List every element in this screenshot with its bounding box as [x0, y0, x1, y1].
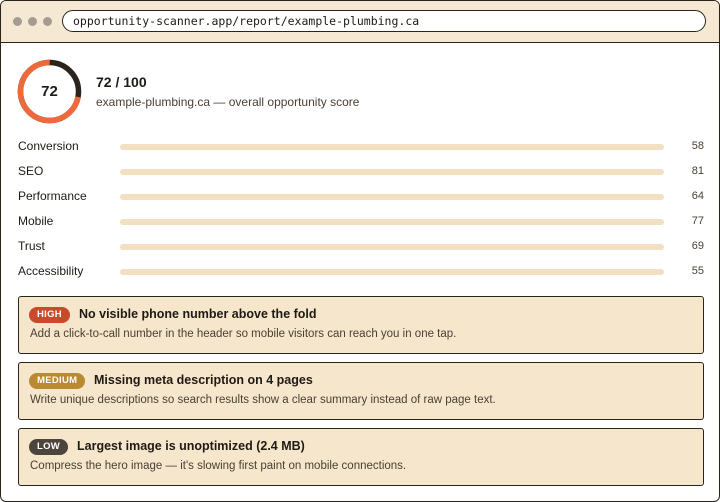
issue-card-low[interactable]: LOW Largest image is unoptimized (2.4 MB… [18, 428, 704, 486]
metric-bar [120, 194, 664, 200]
severity-badge-medium: MEDIUM [29, 373, 86, 389]
metric-bar [120, 269, 664, 275]
window-close-dot[interactable] [13, 17, 22, 26]
metric-value: 58 [691, 140, 704, 152]
score-headline: 72 / 100 [96, 74, 147, 90]
metric-row-seo: SEO 81 [18, 163, 704, 181]
window-maximize-dot[interactable] [43, 17, 52, 26]
metric-label: Accessibility [18, 264, 84, 278]
window-minimize-dot[interactable] [28, 17, 37, 26]
issue-title: Largest image is unoptimized (2.4 MB) [77, 439, 305, 453]
metric-bar [120, 219, 664, 225]
metric-value: 69 [691, 240, 704, 252]
issue-description: Add a click-to-call number in the header… [30, 328, 457, 340]
metric-value: 81 [691, 165, 704, 177]
metric-value: 55 [691, 265, 704, 277]
browser-window: opportunity-scanner.app/report/example-p… [0, 0, 720, 502]
metric-row-trust: Trust 69 [18, 238, 704, 256]
issue-title: Missing meta description on 4 pages [94, 373, 313, 387]
metric-value: 64 [691, 190, 704, 202]
metric-label: Performance [18, 189, 87, 203]
address-bar[interactable]: opportunity-scanner.app/report/example-p… [62, 10, 706, 32]
issue-card-high[interactable]: HIGH No visible phone number above the f… [18, 296, 704, 354]
metric-bar-fill [120, 169, 561, 175]
issue-description: Write unique descriptions so search resu… [30, 394, 496, 406]
metric-bar [120, 244, 664, 250]
score-subtitle: example-plumbing.ca — overall opportunit… [96, 95, 360, 109]
issue-description: Compress the hero image — it's slowing f… [30, 460, 407, 472]
severity-badge-high: HIGH [29, 307, 70, 323]
metric-row-conversion: Conversion 58 [18, 138, 704, 156]
metric-bar [120, 169, 664, 175]
address-bar-url: opportunity-scanner.app/report/example-p… [73, 14, 420, 28]
metric-label: Trust [18, 239, 45, 253]
issue-title: No visible phone number above the fold [79, 307, 317, 321]
metric-row-mobile: Mobile 77 [18, 213, 704, 231]
metric-value: 77 [691, 215, 704, 227]
metric-label: Mobile [18, 214, 54, 228]
metric-label: SEO [18, 164, 44, 178]
metric-bar-fill [120, 194, 469, 200]
metric-row-accessibility: Accessibility 55 [18, 263, 704, 281]
metric-bar [120, 144, 664, 150]
metric-bar-fill [120, 244, 496, 250]
metric-bar-fill [120, 144, 436, 150]
score-gauge-value: 72 [41, 83, 58, 100]
severity-badge-low: LOW [29, 439, 69, 455]
metric-label: Conversion [18, 139, 79, 153]
browser-titlebar: opportunity-scanner.app/report/example-p… [1, 1, 719, 43]
metric-row-performance: Performance 64 [18, 188, 704, 206]
metric-bar-fill [120, 269, 420, 275]
metric-bar-fill [120, 219, 539, 225]
issue-card-medium[interactable]: MEDIUM Missing meta description on 4 pag… [18, 362, 704, 420]
